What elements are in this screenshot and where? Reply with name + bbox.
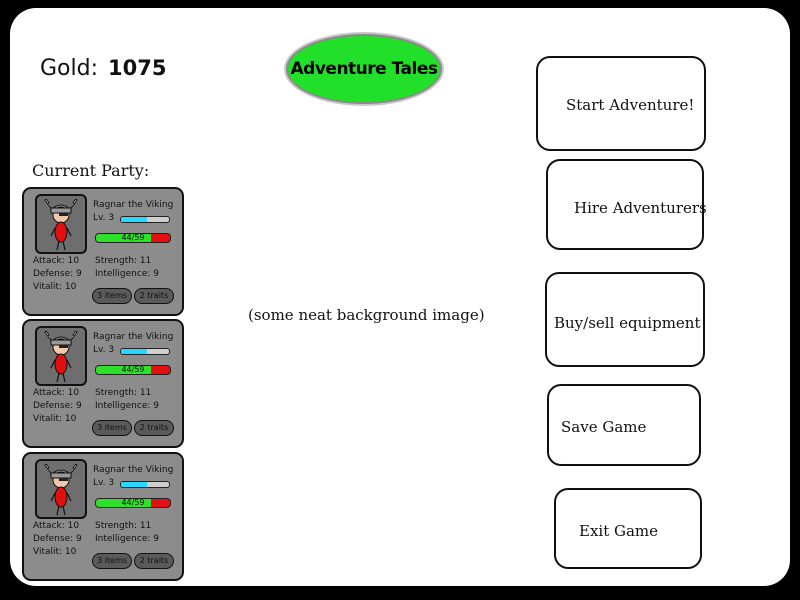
stat-strength: Strength: 11 xyxy=(95,521,152,531)
items-button[interactable]: 3 items xyxy=(92,288,132,304)
viking-icon xyxy=(44,331,78,383)
member-name: Ragnar the Viking xyxy=(93,332,174,342)
party-member-card[interactable]: Ragnar the Viking Lv. 3 44/59 Attack: 10… xyxy=(22,187,184,316)
xp-bar xyxy=(120,348,170,355)
items-button[interactable]: 3 items xyxy=(92,420,132,436)
start-adventure-label: Start Adventure! xyxy=(566,96,695,114)
hp-text: 44/59 xyxy=(121,498,145,507)
viking-portrait xyxy=(35,459,87,519)
member-level: Lv. 3 xyxy=(93,478,115,488)
items-button[interactable]: 3 items xyxy=(92,553,132,569)
party-member-card[interactable]: Ragnar the Viking Lv. 3 44/59 Attack: 10… xyxy=(22,319,184,448)
stat-vitality: Vitalit: 10 xyxy=(33,282,77,292)
hp-bar: 44/59 xyxy=(95,233,171,243)
current-party-label: Current Party: xyxy=(32,161,150,180)
stat-intelligence: Intelligence: 9 xyxy=(95,269,159,279)
gold-label: Gold: xyxy=(40,56,98,81)
background-placeholder-text: (some neat background image) xyxy=(248,306,485,324)
xp-fill xyxy=(121,217,148,222)
save-game-label: Save Game xyxy=(561,418,647,436)
game-title: Adventure Tales xyxy=(290,59,438,79)
xp-fill xyxy=(121,482,148,487)
traits-button[interactable]: 2 traits xyxy=(134,288,174,304)
viking-portrait xyxy=(35,194,87,254)
game-title-badge: Adventure Tales xyxy=(286,34,442,104)
member-name: Ragnar the Viking xyxy=(93,200,174,210)
start-adventure-button[interactable]: Start Adventure! xyxy=(536,56,706,151)
party-member-card[interactable]: Ragnar the Viking Lv. 3 44/59 Attack: 10… xyxy=(22,452,184,581)
xp-bar xyxy=(120,216,170,223)
exit-game-button[interactable]: Exit Game xyxy=(554,488,702,569)
stat-intelligence: Intelligence: 9 xyxy=(95,401,159,411)
stat-strength: Strength: 11 xyxy=(95,256,152,266)
stat-defense: Defense: 9 xyxy=(33,534,82,544)
stat-attack: Attack: 10 xyxy=(33,256,80,266)
gold-value: 1075 xyxy=(108,56,167,80)
hp-text: 44/59 xyxy=(121,233,145,242)
hire-adventurers-label: Hire Adventurers xyxy=(574,199,707,217)
exit-game-label: Exit Game xyxy=(579,522,659,540)
stat-attack: Attack: 10 xyxy=(33,388,80,398)
member-name: Ragnar the Viking xyxy=(93,465,174,475)
stat-vitality: Vitalit: 10 xyxy=(33,414,77,424)
stat-intelligence: Intelligence: 9 xyxy=(95,534,159,544)
stat-defense: Defense: 9 xyxy=(33,401,82,411)
hp-bar: 44/59 xyxy=(95,365,171,375)
gold-display: Gold: 1075 xyxy=(40,56,166,81)
traits-button[interactable]: 2 traits xyxy=(134,420,174,436)
viking-portrait xyxy=(35,326,87,386)
member-level: Lv. 3 xyxy=(93,213,115,223)
save-game-button[interactable]: Save Game xyxy=(547,384,701,466)
stat-defense: Defense: 9 xyxy=(33,269,82,279)
xp-fill xyxy=(121,349,148,354)
game-screen: Gold: 1075 Adventure Tales Current Party:… xyxy=(10,8,790,586)
hp-bar: 44/59 xyxy=(95,498,171,508)
stat-strength: Strength: 11 xyxy=(95,388,152,398)
hire-adventurers-button[interactable]: Hire Adventurers xyxy=(546,159,707,250)
buy-sell-equipment-button[interactable]: Buy/sell equipment xyxy=(545,272,705,367)
hp-text: 44/59 xyxy=(121,365,145,374)
traits-button[interactable]: 2 traits xyxy=(134,553,174,569)
buy-sell-equipment-label: Buy/sell equipment xyxy=(554,314,701,332)
xp-bar xyxy=(120,481,170,488)
viking-icon xyxy=(44,199,78,251)
stat-vitality: Vitalit: 10 xyxy=(33,547,77,557)
member-level: Lv. 3 xyxy=(93,345,115,355)
viking-icon xyxy=(44,464,78,516)
stat-attack: Attack: 10 xyxy=(33,521,80,531)
